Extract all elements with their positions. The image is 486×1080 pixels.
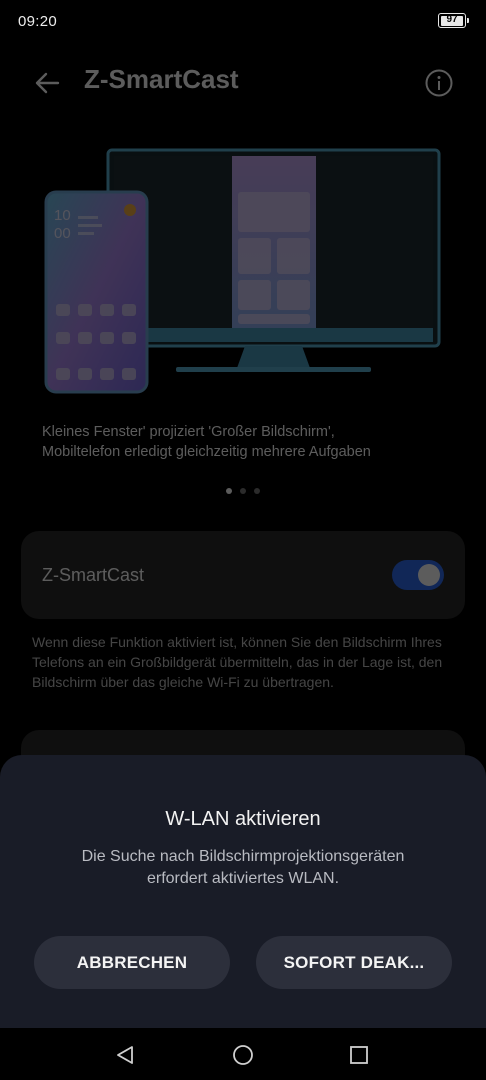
cancel-button[interactable]: ABBRECHEN (34, 936, 230, 989)
smartcast-toggle-label: Z-SmartCast (42, 565, 145, 585)
info-circle-icon[interactable] (424, 68, 454, 98)
navigation-bar (0, 1028, 486, 1080)
phone-clock-hours: 10 (54, 207, 71, 224)
dialog-message-line-2: erfordert aktiviertes WLAN. (146, 870, 340, 887)
smartcast-illustration: 10 00 (44, 148, 441, 394)
caption-line-2: Mobiltelefon erledigt gleichzeitig mehre… (42, 444, 371, 460)
toggle-knob (418, 564, 440, 586)
status-bar: 09:20 97 (0, 0, 486, 44)
pager-dot (254, 488, 260, 494)
battery-tip (467, 18, 469, 23)
carousel-pager (226, 488, 260, 494)
dialog-title: W-LAN aktivieren (165, 808, 321, 830)
phone-clock-minutes: 00 (54, 225, 71, 242)
dialog-message-line-1: Die Suche nach Bildschirmprojektionsgerä… (81, 848, 405, 865)
smartcast-toggle[interactable] (392, 560, 444, 590)
illustration-caption: Kleines Fenster' projiziert 'Großer Bild… (42, 422, 452, 462)
battery-level: 97 (446, 14, 458, 25)
pager-dot (226, 488, 232, 494)
battery-icon: 97 (438, 13, 469, 28)
caption-line-1: Kleines Fenster' projiziert 'Großer Bild… (42, 424, 335, 440)
triangle-back-icon[interactable] (114, 1044, 136, 1066)
confirm-button[interactable]: SOFORT DEAK... (256, 936, 452, 989)
dialog-message: Die Suche nach Bildschirmprojektionsgerä… (40, 846, 446, 890)
monitor-graphic (106, 148, 441, 372)
square-recents-icon[interactable] (348, 1044, 370, 1066)
status-time: 09:20 (18, 13, 58, 30)
phone-graphic: 10 00 (44, 190, 149, 394)
smartcast-setting-card: Z-SmartCast (21, 531, 465, 619)
arrow-left-icon[interactable] (30, 66, 64, 100)
smartcast-description: Wenn diese Funktion aktiviert ist, könne… (32, 634, 443, 690)
page-title: Z-SmartCast (84, 64, 239, 94)
pager-dot (240, 488, 246, 494)
circle-home-icon[interactable] (232, 1044, 254, 1066)
